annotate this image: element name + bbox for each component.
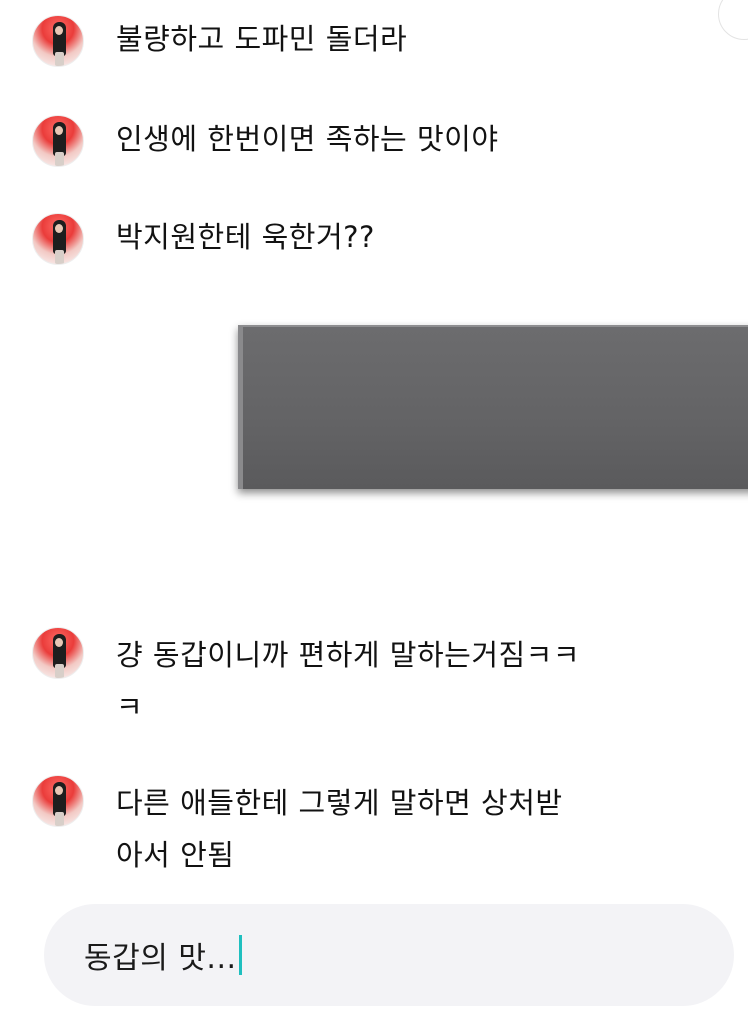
text-cursor xyxy=(238,935,242,975)
message-text: 인생에 한번이면 족하는 맛이야 xyxy=(116,122,499,156)
redacted-message-block xyxy=(238,325,748,489)
avatar[interactable] xyxy=(32,775,84,827)
message-text: 걍 동갑이니까 편하게 말하는거짐ㅋㅋ ㅋ xyxy=(116,638,581,724)
avatar[interactable] xyxy=(32,15,84,67)
chat-message: 걍 동갑이니까 편하게 말하는거짐ㅋㅋ ㅋ xyxy=(32,627,580,733)
chat-message: 다른 애들한테 그렇게 말하면 상처받 아서 안됨 xyxy=(32,775,563,881)
chat-message: 박지원한테 욱한거?? xyxy=(32,213,375,265)
message-text: 불량하고 도파민 돌더라 xyxy=(116,22,408,56)
chat-message: 불량하고 도파민 돌더라 xyxy=(32,15,407,67)
message-text: 박지원한테 욱한거?? xyxy=(116,220,375,254)
message-input[interactable]: 동갑의 맛... xyxy=(44,904,734,1006)
partial-edge-button[interactable] xyxy=(718,0,748,40)
message-input-text: 동갑의 맛... xyxy=(84,941,237,976)
avatar[interactable] xyxy=(32,213,84,265)
chat-message: 인생에 한번이면 족하는 맛이야 xyxy=(32,115,499,167)
avatar[interactable] xyxy=(32,627,84,679)
message-text: 다른 애들한테 그렇게 말하면 상처받 아서 안됨 xyxy=(116,786,563,872)
avatar[interactable] xyxy=(32,115,84,167)
